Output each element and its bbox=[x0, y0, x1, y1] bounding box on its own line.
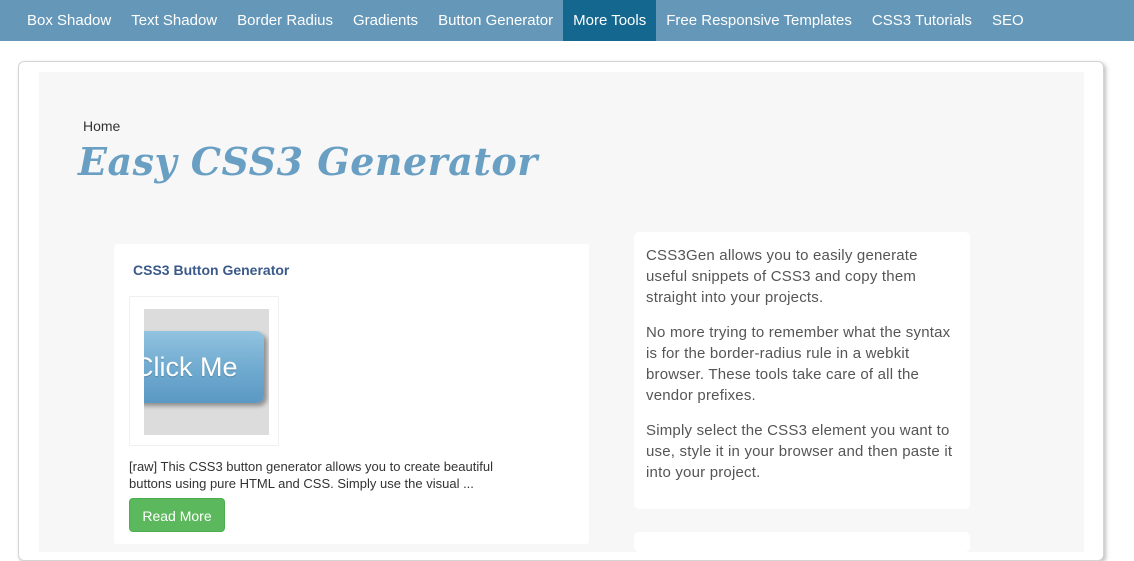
nav-item-gradients[interactable]: Gradients bbox=[343, 0, 428, 41]
nav-item-border-radius[interactable]: Border Radius bbox=[227, 0, 343, 41]
thumbnail-image: Click Me bbox=[144, 309, 269, 435]
nav-item-free-responsive-templates[interactable]: Free Responsive Templates bbox=[656, 0, 862, 41]
next-card-partial bbox=[634, 532, 970, 552]
card-thumbnail[interactable]: Click Me bbox=[129, 296, 279, 446]
intro-paragraph-1: CSS3Gen allows you to easily generate us… bbox=[646, 247, 918, 306]
nav-item-css3-tutorials[interactable]: CSS3 Tutorials bbox=[862, 0, 982, 41]
card-description: [raw] This CSS3 button generator allows … bbox=[129, 459, 493, 491]
card-title-link[interactable]: CSS3 Button Generator bbox=[133, 262, 289, 278]
intro-paragraph-3: Simply select the CSS3 element you want … bbox=[646, 422, 953, 481]
nav-item-button-generator[interactable]: Button Generator bbox=[428, 0, 563, 41]
top-navigation: Box Shadow Text Shadow Border Radius Gra… bbox=[0, 0, 1134, 41]
page-title: Easy CSS3 Generator bbox=[78, 139, 538, 184]
thumbnail-click-me-button: Click Me bbox=[144, 331, 264, 403]
nav-item-box-shadow[interactable]: Box Shadow bbox=[17, 0, 121, 41]
tool-card-button-generator: CSS3 Button Generator Click Me [raw] Thi… bbox=[114, 244, 589, 544]
nav-item-seo[interactable]: SEO bbox=[982, 0, 1034, 41]
nav-item-text-shadow[interactable]: Text Shadow bbox=[121, 0, 227, 41]
nav-item-more-tools[interactable]: More Tools bbox=[563, 0, 657, 41]
intro-card: CSS3Gen allows you to easily generate us… bbox=[634, 232, 970, 509]
intro-paragraph-2: No more trying to remember what the synt… bbox=[646, 324, 951, 404]
read-more-button[interactable]: Read More bbox=[129, 498, 225, 532]
breadcrumb-home[interactable]: Home bbox=[83, 118, 120, 134]
